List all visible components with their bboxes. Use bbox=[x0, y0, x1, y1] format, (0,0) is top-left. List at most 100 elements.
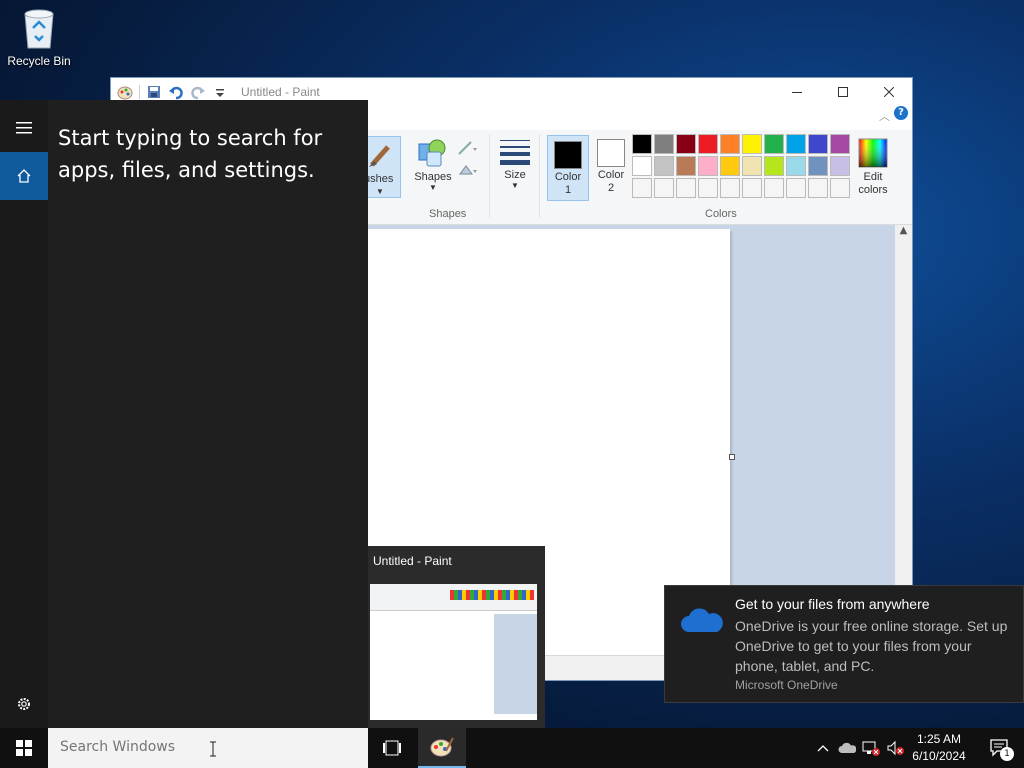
window-title: Untitled - Paint bbox=[241, 85, 320, 99]
palette-swatch[interactable] bbox=[830, 156, 850, 176]
task-view-icon bbox=[383, 740, 401, 756]
toast-body: OneDrive is your free online storage. Se… bbox=[735, 618, 1008, 674]
brushes-dropdown-icon: ▼ bbox=[376, 187, 384, 196]
collapse-ribbon-icon[interactable]: ︿ bbox=[879, 108, 890, 124]
start-rail bbox=[0, 100, 48, 728]
size-button[interactable]: Size ▼ bbox=[497, 136, 533, 190]
palette-swatch[interactable] bbox=[764, 134, 784, 154]
palette-swatch[interactable] bbox=[654, 134, 674, 154]
settings-button[interactable] bbox=[0, 680, 48, 728]
maximize-button[interactable] bbox=[820, 78, 866, 106]
palette-swatch[interactable] bbox=[632, 134, 652, 154]
start-button[interactable] bbox=[0, 728, 48, 768]
search-hint-text: Start typing to search for apps, files, … bbox=[58, 126, 323, 182]
palette-swatch[interactable] bbox=[676, 156, 696, 176]
palette-swatch[interactable] bbox=[786, 178, 806, 198]
scroll-up-icon[interactable]: ▲ bbox=[895, 225, 912, 236]
hamburger-menu-button[interactable] bbox=[0, 104, 48, 152]
taskbar-clock[interactable]: 1:25 AM 6/10/2024 bbox=[904, 731, 974, 765]
palette-swatch[interactable] bbox=[786, 134, 806, 154]
save-icon[interactable] bbox=[146, 84, 162, 100]
action-center-button[interactable]: 1 bbox=[976, 728, 1024, 768]
colors-group-label: Colors bbox=[705, 208, 737, 220]
palette-swatch[interactable] bbox=[808, 178, 828, 198]
search-input[interactable] bbox=[58, 738, 342, 756]
palette-swatch[interactable] bbox=[676, 178, 696, 198]
search-panel: Start typing to search for apps, files, … bbox=[0, 100, 368, 728]
toast-source: Microsoft OneDrive bbox=[735, 678, 838, 692]
size-dropdown-icon: ▼ bbox=[511, 181, 519, 190]
taskbar-thumbnail-preview[interactable]: Untitled - Paint bbox=[368, 546, 545, 728]
volume-muted-icon bbox=[887, 740, 904, 756]
gear-icon bbox=[18, 698, 30, 710]
shapes-icon bbox=[418, 139, 446, 167]
palette-swatch[interactable] bbox=[632, 156, 652, 176]
edit-colors-icon bbox=[858, 138, 888, 168]
color1-button[interactable]: Color 1 bbox=[547, 135, 589, 201]
network-tray-button[interactable] bbox=[860, 728, 882, 768]
palette-swatch[interactable] bbox=[632, 178, 652, 198]
palette-swatch[interactable] bbox=[676, 134, 696, 154]
thumbnail-title: Untitled - Paint bbox=[373, 554, 452, 568]
palette-swatch[interactable] bbox=[720, 178, 740, 198]
palette-swatch[interactable] bbox=[786, 156, 806, 176]
edit-colors-label: Edit colors bbox=[858, 171, 888, 196]
edit-colors-button[interactable]: Edit colors bbox=[853, 138, 893, 197]
palette-swatch[interactable] bbox=[720, 134, 740, 154]
color2-button[interactable]: Color 2 bbox=[591, 135, 631, 201]
palette-swatch[interactable] bbox=[742, 178, 762, 198]
brushes-button[interactable]: ushes ▼ bbox=[363, 136, 401, 198]
outline-icon[interactable] bbox=[457, 140, 479, 159]
close-button[interactable] bbox=[866, 78, 912, 106]
quick-access-toolbar bbox=[117, 84, 228, 100]
palette-swatch[interactable] bbox=[720, 156, 740, 176]
home-icon bbox=[17, 169, 31, 183]
show-hidden-icons-button[interactable] bbox=[810, 728, 836, 768]
onedrive-tray-button[interactable] bbox=[836, 728, 858, 768]
taskbar: 1:25 AM 6/10/2024 1 bbox=[0, 728, 1024, 768]
palette-swatch[interactable] bbox=[698, 156, 718, 176]
palette-swatch[interactable] bbox=[698, 134, 718, 154]
windows-logo-icon bbox=[16, 740, 32, 756]
redo-icon[interactable] bbox=[190, 84, 206, 100]
color-palette bbox=[632, 134, 850, 198]
color2-swatch bbox=[597, 139, 625, 167]
ribbon-divider bbox=[489, 134, 490, 218]
help-icon[interactable]: ? bbox=[894, 106, 908, 120]
undo-icon[interactable] bbox=[168, 84, 184, 100]
task-view-button[interactable] bbox=[368, 728, 416, 768]
palette-swatch[interactable] bbox=[742, 134, 762, 154]
chevron-up-icon bbox=[817, 745, 829, 752]
color1-swatch bbox=[554, 141, 582, 169]
canvas-resize-handle[interactable] bbox=[729, 454, 735, 460]
palette-swatch[interactable] bbox=[808, 134, 828, 154]
taskbar-paint-button[interactable] bbox=[418, 728, 466, 768]
shapes-button[interactable]: Shapes ▼ bbox=[411, 138, 455, 192]
taskbar-search-box[interactable] bbox=[48, 728, 368, 768]
network-error-icon bbox=[862, 741, 880, 756]
onedrive-toast[interactable]: Get to your files from anywhere OneDrive… bbox=[664, 585, 1024, 703]
brushes-label: ushes bbox=[364, 173, 394, 185]
recycle-bin-label: Recycle Bin bbox=[7, 54, 71, 68]
palette-swatch[interactable] bbox=[698, 178, 718, 198]
palette-swatch[interactable] bbox=[830, 134, 850, 154]
palette-swatch[interactable] bbox=[808, 156, 828, 176]
text-cursor-icon bbox=[210, 741, 216, 757]
fill-icon[interactable] bbox=[457, 162, 479, 181]
notification-count-badge: 1 bbox=[1000, 747, 1014, 761]
paint-app-icon[interactable] bbox=[117, 84, 133, 100]
palette-swatch[interactable] bbox=[764, 156, 784, 176]
palette-swatch[interactable] bbox=[764, 178, 784, 198]
clock-time: 1:25 AM bbox=[916, 732, 962, 746]
palette-swatch[interactable] bbox=[742, 156, 762, 176]
customize-qat-icon[interactable] bbox=[212, 84, 228, 100]
volume-tray-button[interactable] bbox=[884, 728, 906, 768]
home-button[interactable] bbox=[0, 152, 48, 200]
size-label: Size bbox=[504, 169, 526, 181]
onedrive-cloud-icon bbox=[681, 608, 723, 632]
palette-swatch[interactable] bbox=[830, 178, 850, 198]
palette-swatch[interactable] bbox=[654, 178, 674, 198]
minimize-button[interactable] bbox=[774, 78, 820, 106]
palette-swatch[interactable] bbox=[654, 156, 674, 176]
recycle-bin-shortcut[interactable]: Recycle Bin bbox=[4, 6, 74, 68]
